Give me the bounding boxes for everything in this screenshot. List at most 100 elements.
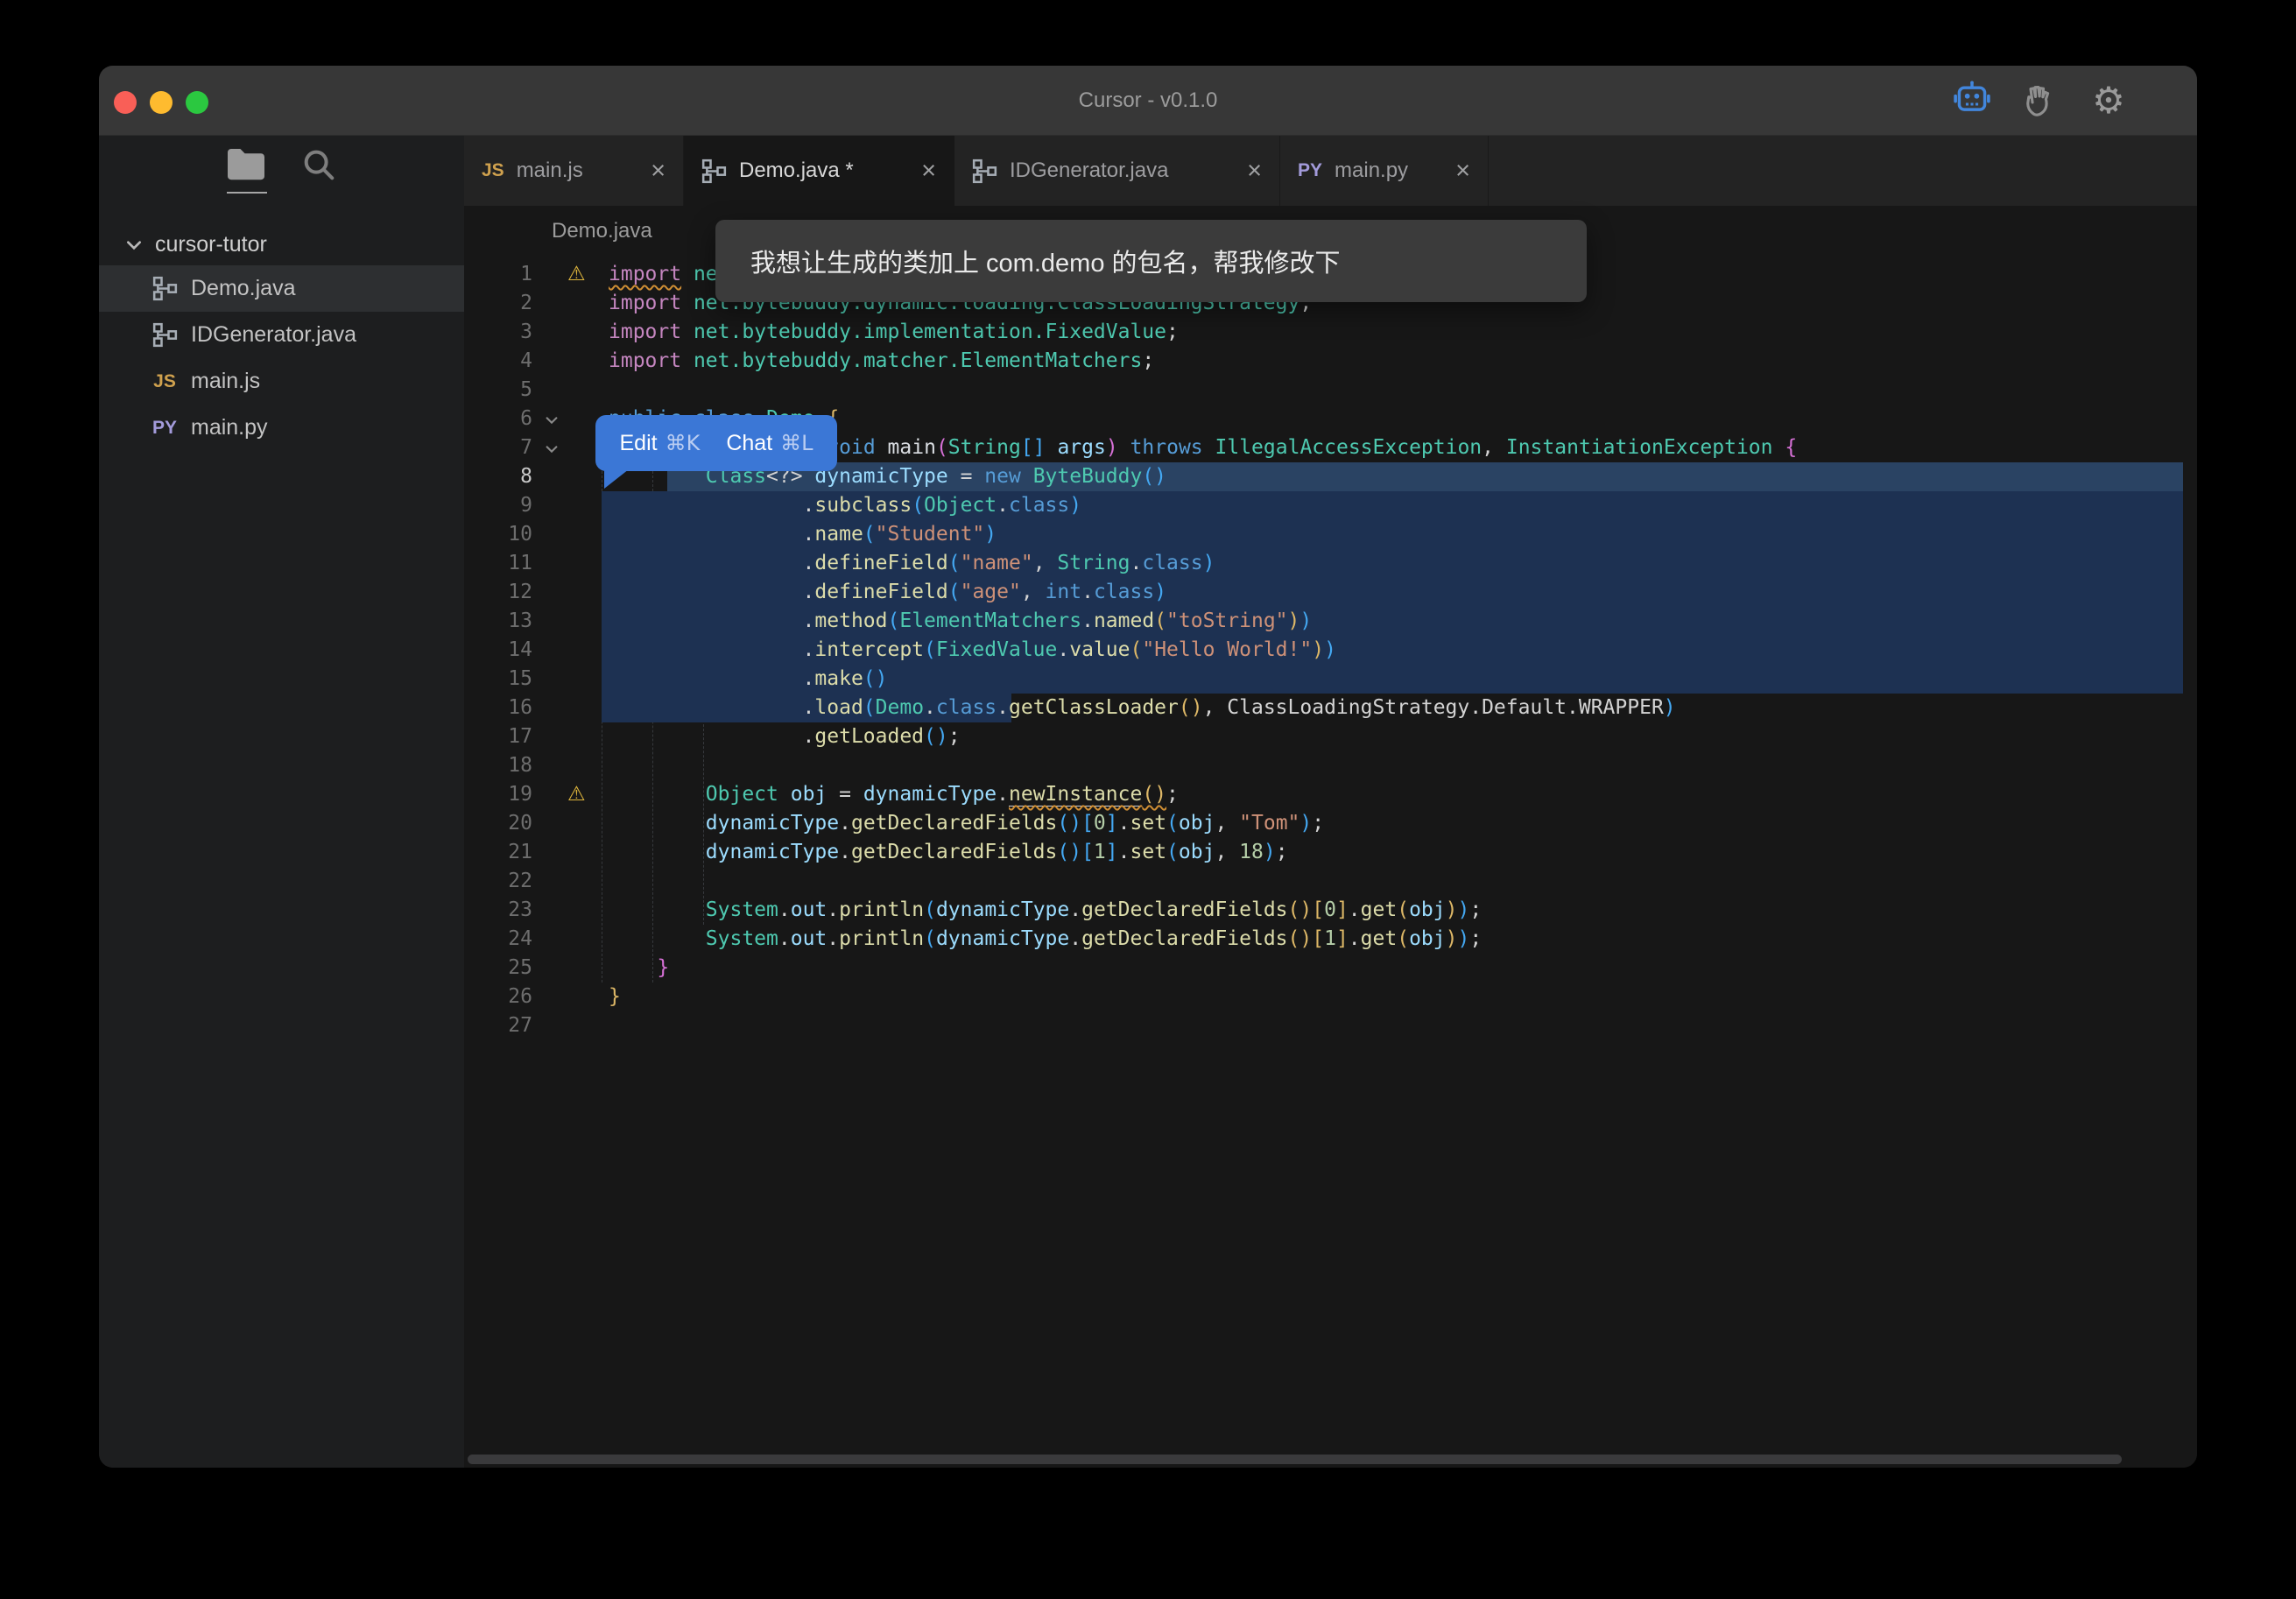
- fold-chevron-icon[interactable]: [545, 442, 559, 456]
- sidebar-item-Demo.java[interactable]: Demo.java: [99, 265, 464, 312]
- code-token: set: [1130, 841, 1167, 863]
- code-token: Demo: [876, 696, 924, 719]
- code-line[interactable]: .defineField("name", String.class): [609, 549, 1215, 578]
- line-number: 14: [464, 636, 532, 665]
- code-token: ): [1664, 696, 1676, 719]
- robot-icon[interactable]: [1952, 80, 1992, 120]
- code-token: (: [1166, 841, 1179, 863]
- code-token: (): [1179, 696, 1203, 719]
- code-token: dynamicType: [936, 898, 1069, 921]
- tab-label: Demo.java *: [739, 158, 854, 183]
- sidebar-item-main.py[interactable]: PYmain.py: [99, 405, 464, 451]
- sidebar-item-IDGenerator.java[interactable]: IDGenerator.java: [99, 312, 464, 358]
- editor: JSmain.js×Demo.java *×IDGenerator.java×P…: [464, 136, 2197, 1468]
- code-line[interactable]: .getLoaded();: [609, 722, 961, 751]
- code-token: [1118, 436, 1130, 459]
- code-token: dynamicType: [706, 841, 839, 863]
- gutter-row: 26: [464, 983, 609, 1011]
- close-icon[interactable]: ×: [921, 158, 936, 184]
- py-icon: PY: [152, 418, 177, 439]
- code-token: "age": [961, 581, 1021, 603]
- folder-icon[interactable]: [225, 146, 267, 183]
- code-token: name: [814, 523, 863, 546]
- code-token: [876, 436, 888, 459]
- search-icon[interactable]: [299, 146, 339, 183]
- code-line[interactable]: dynamicType.getDeclaredFields()[0].set(o…: [609, 809, 1324, 838]
- horizontal-scrollbar[interactable]: [468, 1455, 2122, 1464]
- code-token: (: [863, 696, 876, 719]
- code-token: ): [1299, 812, 1312, 835]
- code-line[interactable]: dynamicType.getDeclaredFields()[1].set(o…: [609, 838, 1288, 867]
- code-line[interactable]: Object obj = dynamicType.newInstance();: [609, 780, 1179, 809]
- code-line[interactable]: .name("Student"): [609, 520, 997, 549]
- code-token: get: [1361, 927, 1398, 950]
- code-line[interactable]: import net.bytebuddy.matcher.ElementMatc…: [609, 347, 1154, 376]
- fold-chevron-icon[interactable]: [545, 413, 559, 427]
- code-line[interactable]: }: [609, 954, 669, 983]
- code-line[interactable]: import net.bytebuddy.implementation.Fixe…: [609, 318, 1179, 347]
- code-line[interactable]: .intercept(FixedValue.value("Hello World…: [609, 636, 1336, 665]
- code-token: obj: [1409, 898, 1446, 921]
- code-token: Object: [924, 494, 997, 517]
- gutter-row: 24: [464, 925, 609, 954]
- code-line[interactable]: .make(): [609, 665, 888, 694]
- code-line[interactable]: System.out.println(dynamicType.getDeclar…: [609, 896, 1482, 925]
- code-token: method: [814, 609, 887, 632]
- code-token: {: [1785, 436, 1797, 459]
- close-icon[interactable]: ×: [1247, 158, 1262, 184]
- code-token: make: [814, 667, 863, 690]
- code-token: (: [1166, 812, 1179, 835]
- code-line[interactable]: .load(Demo.class.getClassLoader(), Class…: [609, 694, 1676, 722]
- tab-label: IDGenerator.java: [1010, 158, 1168, 183]
- code-line[interactable]: .method(ElementMatchers.named("toString"…: [609, 607, 1312, 636]
- edit-action[interactable]: Edit ⌘K: [619, 431, 700, 456]
- gear-icon[interactable]: ⚙: [2088, 80, 2129, 120]
- gutter-row: 14: [464, 636, 609, 665]
- code-token: out: [791, 927, 828, 950]
- close-icon[interactable]: ×: [651, 158, 666, 184]
- code-token: println: [839, 927, 924, 950]
- code-line[interactable]: }: [609, 983, 621, 1011]
- code-token: (: [888, 609, 900, 632]
- gutter-row: 19⚠: [464, 780, 609, 809]
- tab-main.py[interactable]: PYmain.py×: [1280, 136, 1489, 206]
- code-line[interactable]: System.out.println(dynamicType.getDeclar…: [609, 925, 1482, 954]
- code-token: ;: [1312, 812, 1324, 835]
- code-line[interactable]: .defineField("age", int.class): [609, 578, 1166, 607]
- code-token: dynamicType: [936, 927, 1069, 950]
- sidebar: cursor-tutor Demo.javaIDGenerator.javaJS…: [99, 136, 464, 1468]
- java-icon: [972, 158, 997, 184]
- code-token: ;: [948, 725, 961, 748]
- js-icon: JS: [482, 160, 504, 181]
- app-window: Cursor - v0.1.0: [99, 66, 2197, 1468]
- code-token: (): [1142, 783, 1166, 806]
- py-icon: PY: [1298, 160, 1322, 181]
- gutter-row: 12: [464, 578, 609, 607]
- line-number: 27: [464, 1011, 532, 1040]
- gutter-row: 20: [464, 809, 609, 838]
- code-token: (: [924, 927, 936, 950]
- wave-hand-icon[interactable]: [2020, 80, 2060, 120]
- code-token: class: [1009, 494, 1069, 517]
- code-token: [609, 783, 706, 806]
- code-token: ByteBuddy: [1033, 465, 1143, 488]
- line-number: 15: [464, 665, 532, 694]
- code-token: dynamicType: [814, 465, 947, 488]
- code-token: .: [609, 552, 814, 574]
- tab-main.js[interactable]: JSmain.js×: [464, 136, 684, 206]
- close-icon[interactable]: ×: [1455, 158, 1470, 184]
- code-token: .: [924, 696, 936, 719]
- tab-Demo.java-[interactable]: Demo.java * ×: [684, 136, 954, 206]
- sidebar-item-main.js[interactable]: JSmain.js: [99, 358, 464, 405]
- code-token: .: [609, 494, 814, 517]
- gutter-row: 8: [464, 462, 609, 491]
- code-token: ): [1446, 927, 1458, 950]
- titlebar: Cursor - v0.1.0: [99, 66, 2197, 136]
- code-token: ): [1324, 638, 1336, 661]
- sidebar-folder-root[interactable]: cursor-tutor: [99, 224, 464, 265]
- tab-IDGenerator.java[interactable]: IDGenerator.java ×: [954, 136, 1280, 206]
- code-line[interactable]: .subclass(Object.class): [609, 491, 1081, 520]
- java-icon: [152, 322, 178, 348]
- code-token: .: [827, 927, 839, 950]
- chat-action[interactable]: Chat ⌘L: [726, 431, 813, 456]
